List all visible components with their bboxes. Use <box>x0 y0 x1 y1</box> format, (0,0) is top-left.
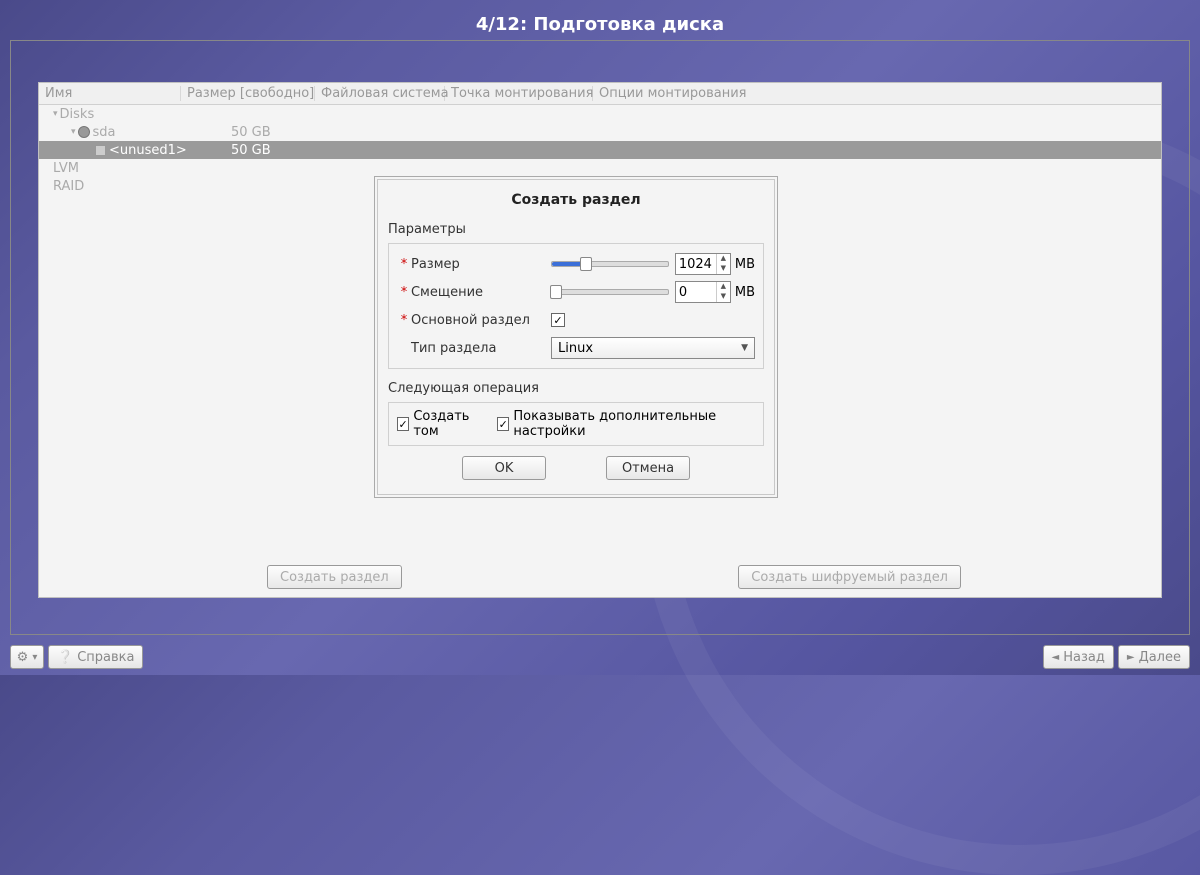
tree-row-disks[interactable]: ▾ Disks <box>39 105 1161 123</box>
type-label: Тип раздела <box>411 341 551 356</box>
primary-label: Основной раздел <box>411 313 551 328</box>
required-icon: * <box>397 313 411 328</box>
offset-label: Смещение <box>411 285 551 300</box>
dialog-buttons: OK Отмена <box>378 456 774 494</box>
create-volume-label: Создать том <box>413 409 487 439</box>
tree-label: LVM <box>53 161 79 176</box>
footer: ⚙ ▾ ❔ Справка ◄ Назад ► Далее <box>10 645 1190 669</box>
size-input[interactable] <box>676 257 716 272</box>
tree-label: Disks <box>60 107 95 122</box>
col-mount[interactable]: Точка монтирования <box>445 86 593 101</box>
show-advanced-option[interactable]: ✓ Показывать дополнительные настройки <box>497 409 755 439</box>
tree-size: 50 GB <box>231 125 271 140</box>
dropdown-value: Linux <box>558 341 593 356</box>
col-name[interactable]: Имя <box>39 86 181 101</box>
next-op-box: ✓ Создать том ✓ Показывать дополнительны… <box>388 402 764 446</box>
tree-row-unused[interactable]: <unused1> 50 GB <box>39 141 1161 159</box>
show-advanced-label: Показывать дополнительные настройки <box>513 409 755 439</box>
partition-icon <box>95 145 106 156</box>
dialog-title: Создать раздел <box>378 180 774 218</box>
create-partition-dialog: Создать раздел Параметры * Размер ▲▼ MB <box>374 176 778 498</box>
params-box: * Размер ▲▼ MB * Смещение <box>388 243 764 369</box>
offset-unit: MB <box>735 285 755 300</box>
cancel-button[interactable]: Отмена <box>606 456 690 480</box>
params-section-label: Параметры <box>378 218 774 243</box>
show-advanced-checkbox[interactable]: ✓ <box>497 417 509 431</box>
primary-row: * Основной раздел ✓ <box>397 306 755 334</box>
primary-checkbox[interactable]: ✓ <box>551 313 565 327</box>
type-dropdown[interactable]: Linux ▼ <box>551 337 755 359</box>
tree-size: 50 GB <box>231 143 271 158</box>
chevron-down-icon: ▼ <box>741 343 748 353</box>
page-title: 4/12: Подготовка диска <box>0 0 1200 45</box>
size-label: Размер <box>411 257 551 272</box>
create-volume-option[interactable]: ✓ Создать том <box>397 409 487 439</box>
offset-input[interactable] <box>676 285 716 300</box>
required-icon: * <box>397 285 411 300</box>
size-unit: MB <box>735 257 755 272</box>
chevron-down-icon: ▾ <box>32 652 37 663</box>
size-spinner[interactable]: ▲▼ <box>675 253 731 275</box>
main-actions: Создать раздел Создать шифруемый раздел <box>39 565 1161 589</box>
spin-up-icon[interactable]: ▲ <box>717 254 730 264</box>
tree-label: sda <box>93 125 116 140</box>
gear-icon: ⚙ <box>17 650 29 665</box>
tree-label: RAID <box>53 179 84 194</box>
chevron-right-icon: ► <box>1127 652 1135 663</box>
next-button[interactable]: ► Далее <box>1118 645 1190 669</box>
tree-row-lvm[interactable]: LVM <box>39 159 1161 177</box>
size-slider[interactable] <box>551 261 669 267</box>
offset-row: * Смещение ▲▼ MB <box>397 278 755 306</box>
disk-icon <box>78 126 90 138</box>
tree-row-sda[interactable]: ▾ sda 50 GB <box>39 123 1161 141</box>
next-label: Далее <box>1139 650 1181 665</box>
help-label: Справка <box>77 650 134 665</box>
size-row: * Размер ▲▼ MB <box>397 250 755 278</box>
type-row: Тип раздела Linux ▼ <box>397 334 755 362</box>
help-icon: ❔ <box>57 650 73 665</box>
spin-down-icon[interactable]: ▼ <box>717 264 730 274</box>
next-op-label: Следующая операция <box>378 377 774 402</box>
required-icon: * <box>397 257 411 272</box>
spin-down-icon[interactable]: ▼ <box>717 292 730 302</box>
expander-icon[interactable]: ▾ <box>71 127 76 137</box>
ok-button[interactable]: OK <box>462 456 546 480</box>
create-encrypted-button[interactable]: Создать шифруемый раздел <box>738 565 961 589</box>
back-button[interactable]: ◄ Назад <box>1043 645 1114 669</box>
spin-up-icon[interactable]: ▲ <box>717 282 730 292</box>
expander-icon[interactable]: ▾ <box>53 109 58 119</box>
help-button[interactable]: ❔ Справка <box>48 645 143 669</box>
col-fs[interactable]: Файловая система <box>315 86 445 101</box>
tree-header: Имя Размер [свободно] Файловая система Т… <box>39 83 1161 105</box>
disk-tree-panel: Имя Размер [свободно] Файловая система Т… <box>38 82 1162 598</box>
back-label: Назад <box>1063 650 1105 665</box>
offset-spinner[interactable]: ▲▼ <box>675 281 731 303</box>
settings-menu-button[interactable]: ⚙ ▾ <box>10 645 44 669</box>
col-options[interactable]: Опции монтирования <box>593 86 1161 101</box>
col-size[interactable]: Размер [свободно] <box>181 86 315 101</box>
create-partition-button[interactable]: Создать раздел <box>267 565 402 589</box>
chevron-left-icon: ◄ <box>1052 652 1060 663</box>
offset-slider[interactable] <box>551 289 669 295</box>
create-volume-checkbox[interactable]: ✓ <box>397 417 409 431</box>
tree-label: <unused1> <box>109 143 187 158</box>
